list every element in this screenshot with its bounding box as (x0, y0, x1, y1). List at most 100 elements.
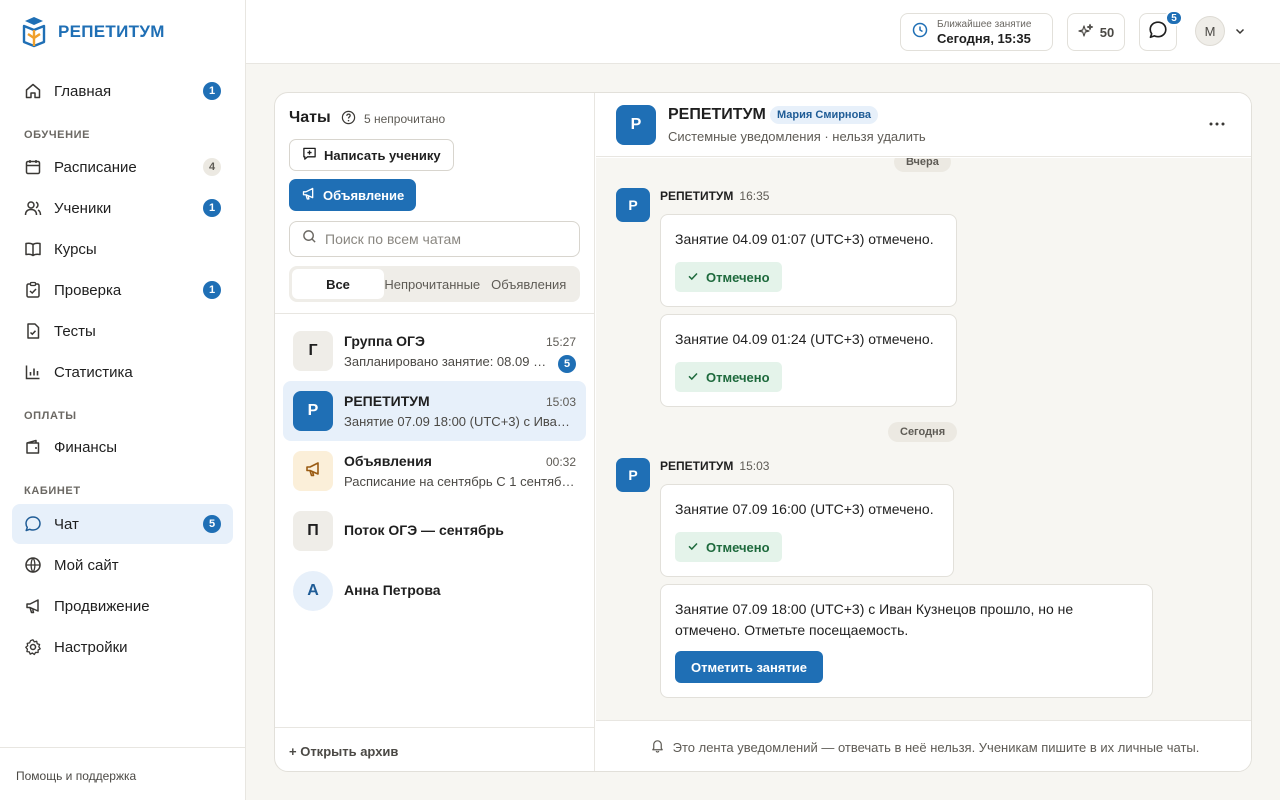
open-archive-link[interactable]: + Открыть архив (275, 727, 595, 759)
clipboard-check-icon (24, 281, 42, 299)
chat-list-item[interactable]: Р РЕПЕТИТУМ 15:03 Занятие 07.09 18:00 (U… (283, 381, 586, 441)
messages-button[interactable]: 5 (1139, 10, 1183, 51)
tab-announcements[interactable]: Объявления (481, 269, 578, 299)
user-avatar[interactable]: М (1195, 16, 1225, 46)
sidebar-item-label: Проверка (54, 281, 122, 299)
book-icon (24, 240, 42, 258)
sidebar-item-promotion[interactable]: Продвижение (12, 586, 233, 626)
search-input[interactable] (325, 231, 565, 247)
sidebar: РЕПЕТИТУМ Главная 1 ОБУЧЕНИЕ Расписание … (0, 0, 246, 800)
wallet-icon (24, 438, 42, 456)
search-icon (302, 229, 317, 249)
chat-time: 15:03 (545, 395, 576, 409)
next-lesson-widget[interactable]: Ближайшее занятие Сегодня, 15:35 (900, 13, 1053, 51)
badge: 5 (203, 515, 221, 533)
message-bubble: Занятие 07.09 18:00 (UTC+3) с Иван Кузне… (660, 584, 1153, 698)
sender-avatar: Р (616, 188, 650, 222)
write-student-label: Написать ученику (324, 147, 441, 163)
next-lesson-value: Сегодня, 15:35 (937, 30, 1031, 46)
chat-list-item[interactable]: П Поток ОГЭ — сентябрь (283, 501, 586, 561)
sidebar-item-label: Расписание (54, 158, 137, 176)
sidebar-item-label: Мой сайт (54, 556, 119, 574)
sender-line: РЕПЕТИТУМ 16:35 (660, 189, 769, 203)
chevron-down-icon[interactable] (1234, 24, 1246, 42)
message-text: Занятие 04.09 01:24 (UTC+3) отмечено. (675, 331, 934, 347)
conversation-header: Р РЕПЕТИТУМ Мария Смирнова Системные уве… (596, 93, 1251, 157)
chats-title: Чаты (289, 109, 331, 126)
bell-icon (650, 738, 665, 756)
check-icon (687, 540, 699, 555)
bar-chart-icon (24, 363, 42, 381)
chat-avatar: Г (293, 331, 333, 371)
sidebar-item-home[interactable]: Главная 1 (12, 71, 233, 111)
chat-name: Поток ОГЭ — сентябрь (344, 522, 504, 538)
points-value: 50 (1099, 24, 1115, 40)
chat-unread-badge: 5 (558, 355, 576, 373)
message-circle-icon (1148, 20, 1168, 45)
sidebar-item-label: Ученики (54, 199, 112, 217)
points-button[interactable]: 50 (1067, 13, 1125, 51)
megaphone-icon (24, 597, 42, 615)
badge: 1 (203, 281, 221, 299)
chat-list-item[interactable]: Объявления 00:32 Расписание на сентябрь … (283, 441, 586, 501)
next-lesson-label: Ближайшее занятие (937, 18, 1032, 30)
sidebar-item-tests[interactable]: Тесты (12, 311, 233, 351)
sidebar-item-chat[interactable]: Чат 5 (12, 504, 233, 544)
sender-line: РЕПЕТИТУМ 15:03 (660, 459, 769, 473)
topbar: Ближайшее занятие Сегодня, 15:35 50 5 М (246, 0, 1280, 64)
gear-icon (24, 638, 42, 656)
more-options-icon[interactable] (1207, 116, 1227, 132)
sender-avatar: Р (616, 458, 650, 492)
conversation-avatar: Р (616, 105, 656, 145)
marked-status-label: Отмечено (706, 539, 770, 555)
message-circle-icon (24, 515, 42, 533)
chat-list-item[interactable]: А Анна Петрова (283, 561, 586, 621)
unread-info: 5 непрочитано (341, 110, 445, 128)
section-title-cabinet: КАБИНЕТ (24, 485, 81, 497)
sidebar-item-my-site[interactable]: Мой сайт (12, 545, 233, 585)
tab-all[interactable]: Все (292, 269, 384, 299)
message-feed[interactable]: Вчера Р РЕПЕТИТУМ 16:35 Занятие 04.09 01… (596, 158, 1251, 720)
chat-avatar: А (293, 571, 333, 611)
check-icon (687, 370, 699, 385)
sidebar-item-courses[interactable]: Курсы (12, 229, 233, 269)
chat-preview: Запланировано занятие: 08.09 18:00 (344, 354, 550, 369)
sidebar-item-students[interactable]: Ученики 1 (12, 188, 233, 228)
sidebar-item-label: Главная (54, 82, 112, 100)
calendar-icon (24, 158, 42, 176)
conversation-subtitle: Системные уведомления · нельзя удалить (668, 129, 926, 144)
chat-search (289, 221, 580, 257)
chat-preview: Расписание на сентябрь С 1 сентября заня… (344, 474, 576, 489)
mark-lesson-button[interactable]: Отметить занятие (675, 651, 824, 683)
home-icon (24, 82, 42, 100)
chat-avatar (293, 451, 333, 491)
announcement-button[interactable]: Объявление (289, 179, 417, 211)
marked-status: Отмечено (675, 262, 782, 292)
unread-count: 5 непрочитано (364, 112, 446, 126)
help-link[interactable]: Помощь и поддержка (0, 747, 245, 783)
tab-unread[interactable]: Непрочитанные (384, 269, 481, 299)
sidebar-item-schedule[interactable]: Расписание 4 (12, 147, 233, 187)
sparkles-icon (1078, 23, 1094, 42)
chat-filter-tabs: Все Непрочитанные Объявления (289, 266, 580, 302)
logo[interactable]: РЕПЕТИТУМ (20, 16, 165, 48)
sender-name: РЕПЕТИТУМ (660, 189, 734, 203)
sidebar-item-statistics[interactable]: Статистика (12, 352, 233, 392)
write-student-button[interactable]: Написать ученику (289, 139, 454, 171)
message-plus-icon (302, 146, 317, 164)
sidebar-item-finance[interactable]: Финансы (12, 427, 233, 467)
sidebar-item-label: Тесты (54, 322, 96, 340)
chat-panel: Чаты 5 непрочитано Написать ученику Объя… (274, 92, 1252, 772)
chat-list-item[interactable]: Г Группа ОГЭ 15:27 Запланировано занятие… (283, 321, 586, 381)
sidebar-item-review[interactable]: Проверка 1 (12, 270, 233, 310)
logo-icon (22, 17, 46, 48)
conversation-name: РЕПЕТИТУМ (668, 106, 766, 123)
message-time: 15:03 (739, 459, 770, 473)
chat-list-panel: Чаты 5 непрочитано Написать ученику Объя… (275, 93, 595, 771)
megaphone-icon (304, 460, 322, 483)
sidebar-item-settings[interactable]: Настройки (12, 627, 233, 667)
help-circle-icon[interactable] (341, 110, 356, 128)
chat-name: Группа ОГЭ (344, 333, 425, 349)
section-title-payments: ОПЛАТЫ (24, 410, 77, 422)
message-text: Занятие 04.09 01:07 (UTC+3) отмечено. (675, 231, 934, 247)
